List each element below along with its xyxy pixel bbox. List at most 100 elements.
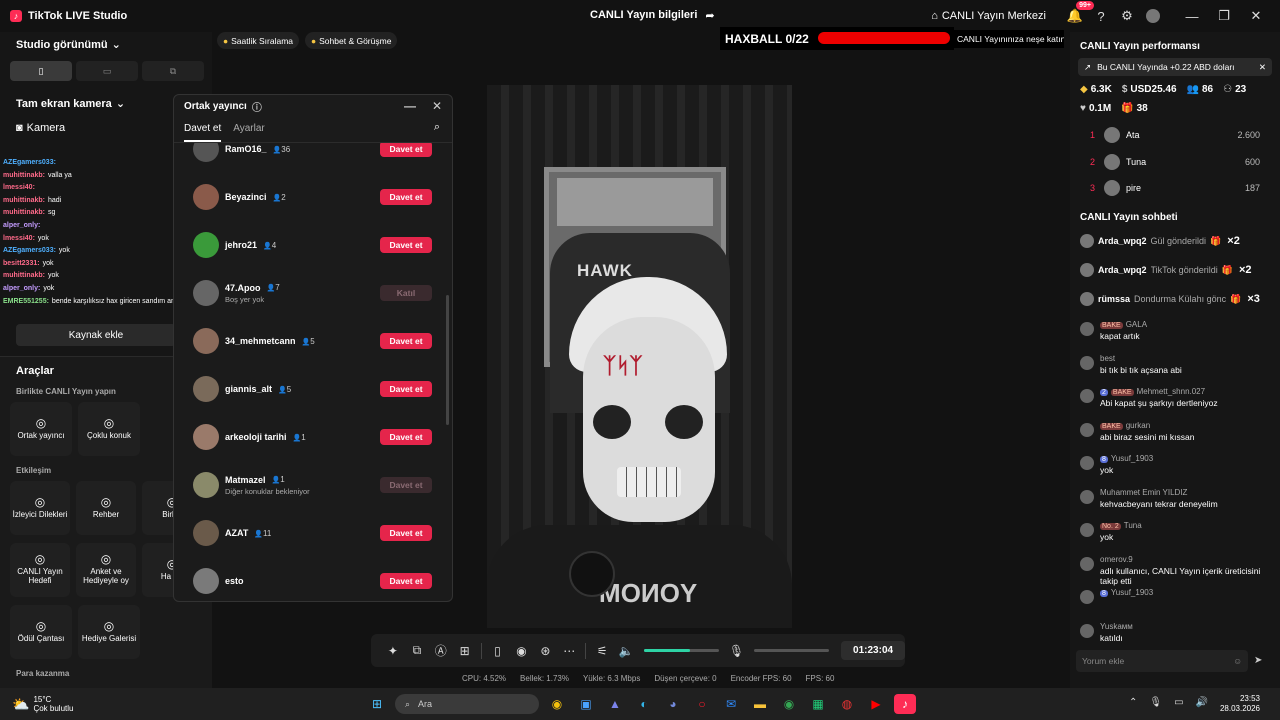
comment-input[interactable]: Yorum ekle ☺ [1076, 650, 1248, 672]
coin-icon: $ [1121, 84, 1128, 95]
mail-icon[interactable]: ✉ [720, 694, 742, 714]
explorer-icon[interactable]: ▬ [749, 694, 771, 714]
studio-view-dropdown[interactable]: Studio görünümü ⌄ [0, 32, 212, 57]
edge-icon[interactable]: ◐ [633, 694, 655, 714]
volume-slider[interactable] [643, 649, 719, 652]
chat-body: 2 BAKE Mehmett_shnn.027 Abi kapat şu şarkıy… [1100, 387, 1218, 421]
tool-poll[interactable]: ◎ Anket ve Hediyeyle oy [76, 543, 136, 597]
info-icon[interactable]: ⓘ [252, 99, 262, 114]
popup-close-button[interactable]: ✕ [432, 99, 442, 113]
volume-tray-icon[interactable]: 🔊 [1196, 697, 1208, 708]
chat-username: Yusuf_1903 [1110, 588, 1154, 597]
popup-minimize-button[interactable]: — [404, 99, 416, 113]
ai-icon[interactable]: Ⓐ [429, 642, 453, 659]
network-icon[interactable]: ▭ [1174, 697, 1183, 708]
notifications-button[interactable]: 🔔 99+ [1062, 1, 1094, 29]
tool-book[interactable]: ◎ Rehber [76, 481, 136, 535]
search-icon[interactable]: ⌕ [434, 121, 440, 134]
overlay-icon[interactable]: ⊞ [453, 644, 477, 658]
chat-message: 8 Yusuf_1903 yok [1070, 454, 1280, 488]
emoji-icon[interactable]: ☺ [1233, 656, 1242, 666]
avatar [1080, 292, 1094, 306]
avatar [1080, 389, 1094, 403]
search-placeholder: Ara [418, 699, 433, 709]
invite-button[interactable]: Davet et [380, 429, 432, 445]
ranking-row[interactable]: 2 Tuna 600 [1070, 149, 1280, 176]
invite-button[interactable]: Davet et [380, 525, 432, 541]
tool-wish[interactable]: ◎ İzleyici Dilekleri [10, 481, 70, 535]
discord-icon[interactable]: ◕ [662, 694, 684, 714]
invite-button[interactable]: Davet et [380, 143, 432, 157]
record-icon[interactable]: ◉ [509, 644, 533, 658]
maximize-button[interactable]: ❐ [1208, 8, 1240, 24]
close-button[interactable]: ✕ [1240, 8, 1272, 24]
app-icon[interactable]: ▦ [807, 694, 829, 714]
tab-landscape[interactable]: ▭ [76, 61, 138, 81]
chat-meet-button[interactable]: ● Sohbet & Görüşme [305, 32, 398, 49]
popup-scrollbar[interactable] [446, 295, 449, 425]
chat-message: Muhammet Emin YILDIZ kehvacbeyanı tekrar … [1070, 488, 1280, 522]
tool-users[interactable]: ◎ Çoklu konuk [78, 402, 140, 456]
tab-portrait[interactable]: ▯ [10, 61, 72, 81]
avatar [1080, 355, 1094, 370]
trend-icon: ↗ [1084, 61, 1092, 72]
settings-button[interactable]: ⚙ [1114, 3, 1140, 29]
opera-icon[interactable]: ○ [691, 694, 713, 714]
hourly-ranking-button[interactable]: ● Saatlik Sıralama [217, 32, 300, 49]
ranking-row[interactable]: 1 Ata 2.600 [1070, 122, 1280, 149]
tab-settings[interactable]: Ayarlar [233, 123, 265, 142]
invite-button[interactable]: Davet et [380, 237, 432, 253]
teams-icon[interactable]: ▲ [604, 694, 626, 714]
send-icon[interactable]: ➤ [1254, 655, 1262, 666]
weather-widget[interactable]: ⛅ 15°C Çok bulutlu [0, 695, 73, 713]
minimize-button[interactable]: — [1176, 9, 1208, 24]
store-icon[interactable]: ▣ [575, 694, 597, 714]
mic-slider[interactable] [754, 649, 830, 652]
tool-bag[interactable]: ◎ Ödül Çantası [10, 605, 72, 659]
taskbar-search[interactable]: ⌕ Ara [395, 694, 539, 714]
chat-preview-user: alper_only: [3, 284, 41, 292]
mic-tray-icon[interactable]: 🎙 [1149, 697, 1162, 708]
stat-item: $ USD25.46 [1122, 84, 1177, 95]
youtube-icon[interactable]: ▶ [865, 694, 887, 714]
chat-preview-user: EMRE551255: [3, 297, 49, 305]
chrome-icon[interactable]: ◉ [546, 694, 568, 714]
chat-preview-text: yok [48, 272, 59, 280]
help-button[interactable]: ? [1088, 3, 1114, 29]
speaker-icon[interactable]: 🔈 [614, 644, 638, 658]
memory-stat: Bellek: 1.73% [520, 674, 569, 683]
effects-icon[interactable]: ✦ [381, 644, 405, 658]
ranking-row[interactable]: 3 pire 187 [1070, 175, 1280, 202]
close-icon[interactable]: ✕ [1259, 62, 1266, 73]
profile-button[interactable] [1140, 3, 1166, 29]
live-center-button[interactable]: ⌂ CANLI Yayın Merkezi [931, 10, 1046, 22]
tool-link[interactable]: ◎ Ortak yayıncı [10, 402, 72, 456]
co-host-name: giannis_alt [225, 384, 273, 394]
chevron-up-icon[interactable]: ⌃ [1129, 697, 1137, 708]
invite-button[interactable]: Davet et [380, 573, 432, 589]
phone-icon[interactable]: ▯ [486, 644, 510, 658]
invite-button[interactable]: Davet et [380, 333, 432, 349]
live-info-button[interactable]: CANLI Yayın bilgileri ➦ [590, 9, 715, 22]
tool-goal[interactable]: ◎ CANLI Yayın Hedefi [10, 543, 70, 597]
invite-button[interactable]: Davet et [380, 189, 432, 205]
windows-start-icon[interactable]: ⊞ [366, 694, 388, 714]
clock[interactable]: 23:53 28.03.2026 [1220, 694, 1260, 714]
camera-switch-icon[interactable]: ⊛ [533, 644, 557, 658]
invite-button[interactable]: Davet et [380, 381, 432, 397]
add-source-button[interactable]: Kaynak ekle [16, 324, 176, 346]
adjust-icon[interactable]: ⚟ [590, 644, 614, 658]
co-host-info: Matmazel 👤1 Diğer konuklar bekleniyor [225, 475, 310, 496]
chrome-alt-icon[interactable]: ◉ [778, 694, 800, 714]
tab-invite[interactable]: Davet et [184, 123, 222, 142]
tool-gallery[interactable]: ◎ Hediye Galerisi [78, 605, 140, 659]
screen-share-icon[interactable]: ⧉ [405, 643, 429, 658]
co-host-name: Matmazel [225, 474, 266, 485]
mic-icon[interactable]: 🎙 [725, 644, 749, 658]
tab-dual[interactable]: ⧉ [142, 61, 204, 81]
game-icon[interactable]: ◍ [836, 694, 858, 714]
gift-list: Arda_wpq2 Gül gönderildi 🎁 ×2 Arda_wpq2 TikTo… [1070, 227, 1280, 314]
more-icon[interactable]: ⋯ [557, 644, 581, 658]
person-icon: 👤 [266, 285, 276, 292]
tiktok-live-icon[interactable]: ♪ [894, 694, 916, 714]
